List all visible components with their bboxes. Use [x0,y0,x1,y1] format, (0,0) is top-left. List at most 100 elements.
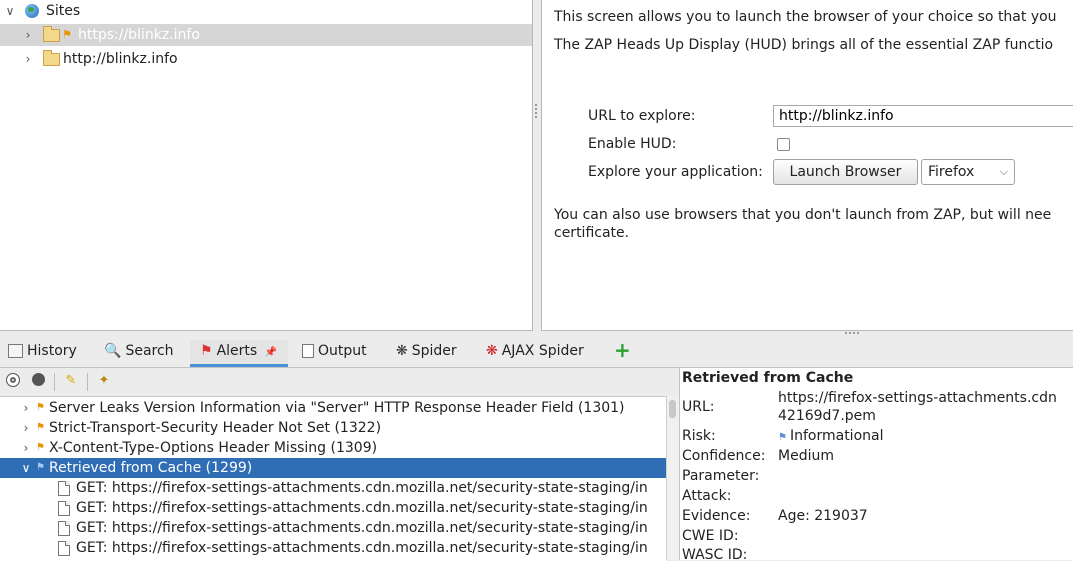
confidence-label: Confidence: [682,448,766,464]
tab-label: Spider [411,343,457,359]
tab-search[interactable]: 🔍 Search [104,340,184,367]
alerts-flag-icon: ⚑ [200,343,213,359]
footer-text: You can also use browsers that you don't… [554,207,1052,223]
alert-instance-row[interactable]: GET: https://firefox-settings-attachment… [0,498,666,518]
tab-spider[interactable]: ❋ Spider [396,340,476,367]
pin-icon[interactable]: 📌 [265,347,277,358]
alert-label: Retrieved from Cache (1299) [48,460,253,476]
flag-icon: ⚑ [36,402,45,413]
explore-label: Explore your application: [588,164,763,180]
alert-instance-label: GET: https://firefox-settings-attachment… [76,500,648,516]
history-icon [8,344,23,358]
site-node-label: https://blinkz.info [78,27,200,43]
tab-label: Output [318,343,367,359]
sites-tree-panel: ∨ Sites › ⚑ https://blinkz.info › http:/… [0,0,533,331]
browser-select-value: Firefox [928,164,975,180]
alert-label: Strict-Transport-Security Header Not Set… [48,420,382,436]
ajax-spider-icon: ❋ [486,343,498,359]
alert-instance-label: GET: https://firefox-settings-attachment… [76,540,648,556]
url-label: URL to explore: [588,108,696,124]
chevron-down-icon: ⌵ [999,165,1008,178]
alert-label: Server Leaks Version Information via "Se… [48,400,625,416]
cwe-label: CWE ID: [682,528,739,544]
plus-icon: + [614,338,631,362]
folder-icon [43,50,60,66]
horizontal-splitter[interactable] [0,331,1073,340]
flag-icon: ⚑ [36,422,45,433]
output-icon [302,344,314,358]
flag-icon: ⚑ [36,442,45,453]
enable-hud-checkbox[interactable] [777,138,790,151]
hud-description: The ZAP Heads Up Display (HUD) brings al… [554,37,1054,53]
alert-instance-row[interactable]: GET: https://firefox-settings-attachment… [0,538,666,558]
broom-icon[interactable]: ✦ [96,373,112,389]
info-flag-icon: ⚑ [778,432,787,443]
tab-output[interactable]: Output [302,340,382,367]
document-icon [58,480,70,496]
risk-label: Risk: [682,428,716,444]
site-node-https[interactable]: › ⚑ https://blinkz.info [0,24,532,46]
alert-group-row[interactable]: › ⚑ Strict-Transport-Security Header Not … [0,418,666,438]
url-value-line1: https://firefox-settings-attachments.cdn [778,390,1057,406]
chevron-right-icon[interactable]: › [16,418,36,438]
chevron-right-icon[interactable]: › [16,438,36,458]
bottom-tab-bar: History 🔍 Search ⚑ Alerts 📌 Output ❋ Spider… [0,340,1073,368]
globe-icon [25,4,39,18]
document-icon [58,520,70,536]
quick-start-panel: This screen allows you to launch the bro… [541,0,1073,331]
document-icon [58,540,70,556]
chevron-right-icon[interactable]: › [16,398,36,418]
browser-select[interactable]: Firefox ⌵ [921,159,1015,185]
url-input[interactable] [773,105,1073,127]
folder-icon [43,26,60,42]
url-label: URL: [682,399,715,415]
sites-root-label: Sites [46,3,81,19]
hud-label: Enable HUD: [588,136,677,152]
chevron-right-icon[interactable]: › [18,24,38,46]
flag-icon: ⚑ [36,462,45,473]
alert-group-row-selected[interactable]: ∨ ⚑ Retrieved from Cache (1299) [0,458,666,478]
edit-icon[interactable]: ✎ [63,373,79,389]
alert-title: Retrieved from Cache [682,370,854,386]
chevron-down-icon[interactable]: ∨ [0,0,20,22]
alert-instance-row[interactable]: GET: https://firefox-settings-attachment… [0,518,666,538]
alert-instance-label: GET: https://firefox-settings-attachment… [76,520,648,536]
alerts-scrollbar[interactable] [666,396,679,560]
evidence-value: Age: 219037 [778,508,868,524]
chevron-down-icon[interactable]: ∨ [16,458,36,478]
attack-label: Attack: [682,488,732,504]
wasc-label: WASC ID: [682,547,748,560]
site-node-http[interactable]: › http://blinkz.info [0,48,532,70]
intro-text: This screen allows you to launch the bro… [554,9,1057,25]
risk-value: Informational [789,428,884,444]
sites-root-node[interactable]: ∨ Sites [0,0,532,22]
parameter-label: Parameter: [682,468,760,484]
tab-alerts[interactable]: ⚑ Alerts 📌 [190,340,288,367]
alert-group-row[interactable]: › ⚑ Server Leaks Version Information via … [0,398,666,418]
tab-label: Search [125,343,174,359]
footer-text-2: certificate. [554,225,630,241]
confidence-value: Medium [778,448,834,464]
vertical-splitter[interactable] [533,0,541,330]
globe-filter-icon[interactable] [30,373,46,389]
add-tab-button[interactable]: + [614,340,634,367]
document-icon [58,500,70,516]
flag-icon: ⚑ [62,28,72,41]
spider-icon: ❋ [396,343,408,359]
launch-browser-button[interactable]: Launch Browser [773,159,918,185]
tab-ajax-spider[interactable]: ❋ AJAX Spider [486,340,596,367]
tab-label: History [27,343,77,359]
alert-label: X-Content-Type-Options Header Missing (1… [48,440,378,456]
site-node-label: http://blinkz.info [63,51,178,67]
evidence-label: Evidence: [682,508,751,524]
target-icon[interactable] [5,373,21,389]
alert-instance-row[interactable]: GET: https://firefox-settings-attachment… [0,478,666,498]
tab-label: AJAX Spider [501,343,584,359]
tab-label: Alerts [216,343,258,359]
alerts-toolbar: ✎ ✦ [0,368,678,395]
alert-group-row[interactable]: › ⚑ X-Content-Type-Options Header Missing… [0,438,666,458]
tab-history[interactable]: History [8,340,88,367]
alerts-tree: › ⚑ Server Leaks Version Information via … [0,396,666,561]
chevron-right-icon[interactable]: › [18,48,38,70]
alert-instance-label: GET: https://firefox-settings-attachment… [76,480,648,496]
